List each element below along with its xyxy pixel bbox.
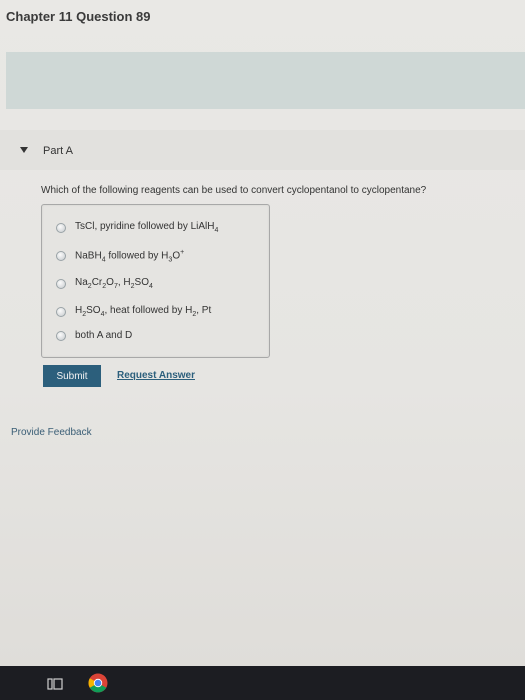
question-text: Which of the following reagents can be u… — [41, 185, 427, 196]
chrome-icon[interactable] — [88, 673, 108, 693]
radio-button[interactable] — [56, 222, 66, 233]
radio-button[interactable] — [56, 306, 66, 317]
radio-button[interactable] — [56, 278, 66, 289]
option-label: both A and D — [75, 330, 133, 341]
option-c[interactable]: Na2Cr2O7, H2SO4 — [56, 277, 153, 290]
part-header-band[interactable] — [0, 130, 525, 170]
provide-feedback-link[interactable]: Provide Feedback — [11, 427, 92, 438]
option-label: Na2Cr2O7, H2SO4 — [75, 277, 153, 290]
taskbar — [0, 666, 525, 700]
option-e[interactable]: both A and D — [56, 330, 132, 341]
radio-button[interactable] — [56, 251, 66, 262]
caret-down-icon[interactable] — [20, 147, 28, 153]
submit-button[interactable]: Submit — [43, 365, 101, 387]
option-label: TsCl, pyridine followed by LiAlH4 — [75, 221, 219, 234]
radio-button[interactable] — [56, 330, 66, 341]
task-view-icon[interactable] — [47, 678, 63, 690]
option-label: H2SO4, heat followed by H2, Pt — [75, 305, 212, 318]
option-a[interactable]: TsCl, pyridine followed by LiAlH4 — [56, 221, 218, 234]
option-d[interactable]: H2SO4, heat followed by H2, Pt — [56, 305, 211, 318]
part-label[interactable]: Part A — [43, 145, 73, 157]
option-label: NaBH4 followed by H3O+ — [75, 249, 185, 264]
answer-options: TsCl, pyridine followed by LiAlH4 NaBH4 … — [41, 204, 270, 358]
request-answer-link[interactable]: Request Answer — [117, 370, 195, 381]
page-title: Chapter 11 Question 89 — [6, 9, 151, 24]
toolbar-banner — [6, 52, 525, 109]
option-b[interactable]: NaBH4 followed by H3O+ — [56, 249, 184, 263]
